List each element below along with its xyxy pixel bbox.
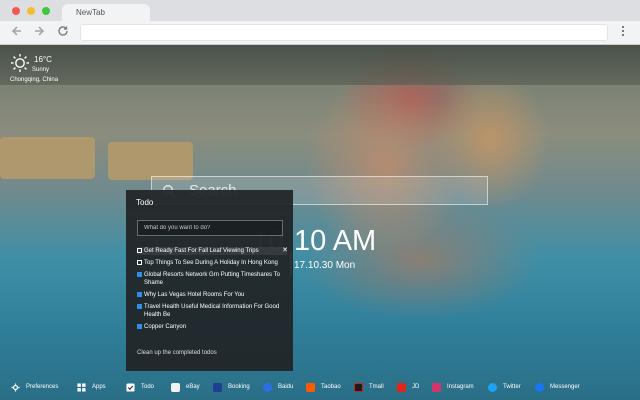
todo-checkbox[interactable] bbox=[137, 248, 142, 253]
weather-location: Chongqing, China bbox=[10, 77, 59, 83]
address-bar[interactable] bbox=[80, 24, 608, 41]
bottom-bar: Preferences Apps Todo eBay Booking Baidu… bbox=[0, 374, 640, 400]
tab-title: NewTab bbox=[76, 8, 105, 17]
close-icon[interactable]: ✕ bbox=[282, 247, 288, 255]
messenger-icon bbox=[535, 383, 544, 392]
browser-menu-button[interactable] bbox=[618, 25, 628, 41]
checkbox-icon bbox=[126, 383, 135, 392]
wallpaper-lounger bbox=[108, 142, 193, 180]
browser-toolbar bbox=[0, 21, 640, 45]
browser-chrome: NewTab bbox=[0, 0, 640, 45]
clean-completed-link[interactable]: Clean up the completed todos bbox=[137, 350, 217, 356]
todo-item[interactable]: Why Las Vegas Hotel Rooms For You bbox=[137, 291, 287, 299]
ebay-label: eBay bbox=[186, 384, 200, 390]
apps-label: Apps bbox=[92, 384, 106, 390]
taobao-label: Taobao bbox=[321, 384, 341, 390]
grid-icon bbox=[77, 383, 86, 392]
reload-button[interactable] bbox=[55, 25, 71, 41]
todo-item[interactable]: Top Things To See During A Holiday In Ho… bbox=[137, 259, 287, 267]
todo-label: Todo bbox=[141, 384, 155, 390]
wallpaper-roof bbox=[0, 45, 640, 85]
newtab-page: 16°C Sunny Chongqing, China Search 10 10… bbox=[0, 45, 640, 400]
twitter-label: Twitter bbox=[503, 384, 521, 390]
jd-icon bbox=[397, 383, 406, 392]
todo-title: Todo bbox=[136, 198, 154, 207]
forward-button[interactable] bbox=[31, 25, 47, 41]
tmall-label: Tmall bbox=[369, 384, 384, 390]
todo-checkbox[interactable] bbox=[137, 324, 142, 329]
jd-label: JD bbox=[412, 384, 420, 390]
todo-checkbox[interactable] bbox=[137, 292, 142, 297]
todo-checkbox[interactable] bbox=[137, 272, 142, 277]
clock-date: 17.10.30 Mon bbox=[294, 260, 356, 271]
todo-list: Get Ready Fast For Fall Leaf Viewing Tri… bbox=[137, 247, 288, 335]
instagram-label: Instagram bbox=[447, 384, 474, 390]
twitter-icon bbox=[488, 383, 497, 392]
sun-icon bbox=[11, 54, 29, 72]
todo-item-text: Get Ready Fast For Fall Leaf Viewing Tri… bbox=[144, 248, 259, 254]
todo-item-text: Travel Health Useful Medical Information… bbox=[144, 304, 280, 318]
weather-condition: Sunny bbox=[32, 67, 50, 73]
booking-icon bbox=[213, 383, 222, 392]
back-button[interactable] bbox=[9, 25, 25, 41]
weather-temperature: 16°C bbox=[34, 55, 52, 64]
browser-tab[interactable]: NewTab bbox=[62, 4, 150, 21]
todo-input[interactable] bbox=[137, 220, 283, 236]
taobao-icon bbox=[306, 383, 315, 392]
booking-label: Booking bbox=[228, 384, 250, 390]
minimize-window-button[interactable] bbox=[27, 7, 35, 15]
todo-item[interactable]: Travel Health Useful Medical Information… bbox=[137, 303, 287, 319]
todo-item[interactable]: Global Resorts Network Grn Putting Times… bbox=[137, 271, 287, 287]
todo-item[interactable]: Get Ready Fast For Fall Leaf Viewing Tri… bbox=[137, 247, 288, 255]
arrow-left-icon bbox=[11, 26, 21, 36]
todo-item[interactable]: Copper Canyon bbox=[137, 323, 287, 331]
todo-item-text: Why Las Vegas Hotel Rooms For You bbox=[144, 292, 245, 298]
todo-item-text: Copper Canyon bbox=[144, 324, 187, 330]
todo-item-text: Global Resorts Network Grn Putting Times… bbox=[144, 272, 280, 286]
baidu-label: Baidu bbox=[278, 384, 294, 390]
close-window-button[interactable] bbox=[12, 7, 20, 15]
todo-panel: Todo Get Ready Fast For Fall Leaf Viewin… bbox=[126, 190, 293, 371]
clock-time: 10 AM bbox=[294, 225, 377, 257]
kebab-menu-icon bbox=[621, 25, 625, 37]
todo-checkbox[interactable] bbox=[137, 304, 142, 309]
gear-icon bbox=[11, 383, 20, 392]
maximize-window-button[interactable] bbox=[42, 7, 50, 15]
todo-checkbox[interactable] bbox=[137, 260, 142, 265]
messenger-label: Messenger bbox=[550, 384, 580, 390]
preferences-label: Preferences bbox=[26, 384, 59, 390]
reload-icon bbox=[58, 26, 68, 36]
todo-item-text: Top Things To See During A Holiday In Ho… bbox=[144, 260, 278, 266]
instagram-icon bbox=[432, 383, 441, 392]
wallpaper-lounger bbox=[0, 137, 95, 179]
title-bar: NewTab bbox=[0, 0, 640, 21]
baidu-icon bbox=[263, 383, 272, 392]
tmall-icon bbox=[354, 383, 363, 392]
arrow-right-icon bbox=[35, 26, 45, 36]
ebay-icon bbox=[171, 383, 180, 392]
